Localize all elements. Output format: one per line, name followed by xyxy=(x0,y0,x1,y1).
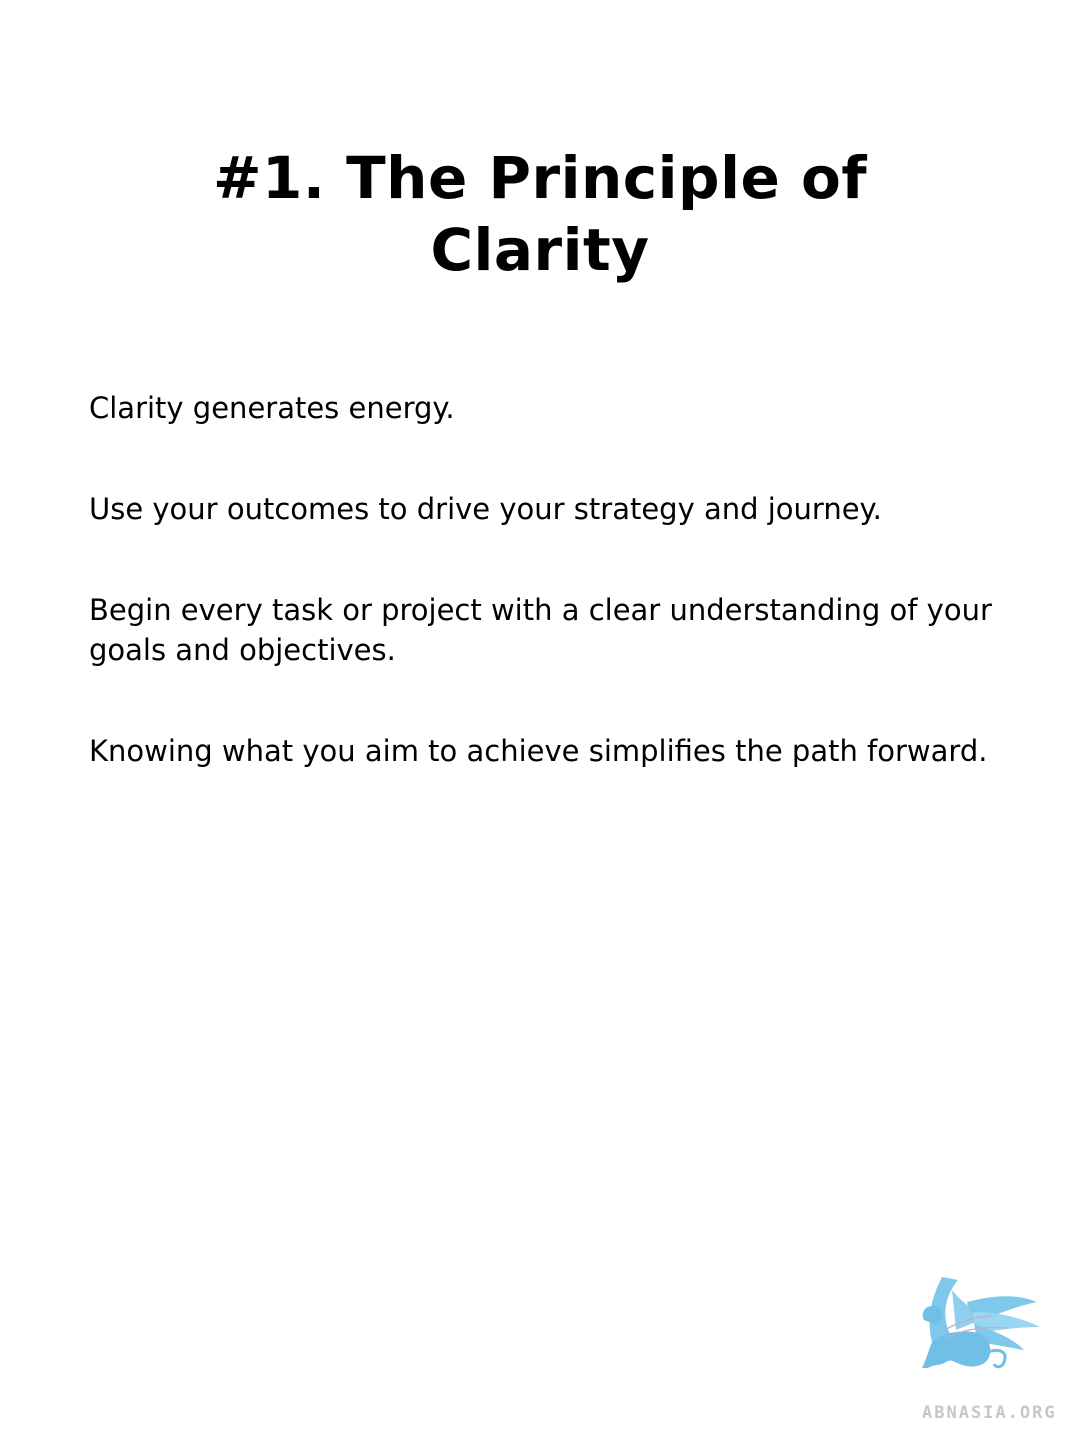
slide-title: #1. The Principle of Clarity xyxy=(90,142,990,286)
slide-body: Clarity generates energy. Use your outco… xyxy=(89,388,1029,832)
slide-title-line: #1. The Principle of xyxy=(212,144,868,212)
slide-title-line: Clarity xyxy=(430,216,650,284)
body-paragraph: Knowing what you aim to achieve simplifi… xyxy=(89,734,988,768)
slide: #1. The Principle of Clarity Clarity gen… xyxy=(0,0,1080,1440)
watermark-text: ABNASIA.ORG xyxy=(922,1403,1057,1423)
body-paragraph: Clarity generates energy. xyxy=(89,391,455,425)
griffin-logo-icon xyxy=(912,1272,1047,1372)
body-paragraph: Use your outcomes to drive your strategy… xyxy=(89,492,882,526)
body-paragraph: Begin every task or project with a clear… xyxy=(89,593,992,667)
